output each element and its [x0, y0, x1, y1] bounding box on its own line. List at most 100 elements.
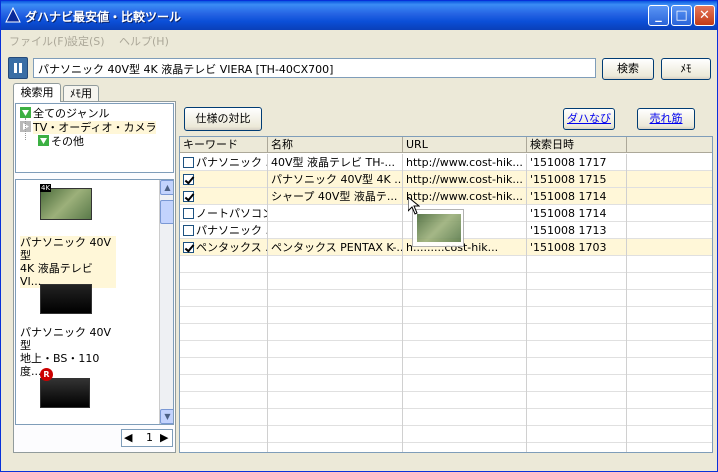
empty-cell — [527, 256, 627, 273]
product-list-scrollbar[interactable]: ▲ ▼ — [159, 180, 173, 424]
name-cell: 40V型 液晶テレビ TH-... — [268, 154, 403, 171]
memo-button[interactable]: ﾒﾓ — [661, 58, 711, 80]
bestseller-link-button[interactable]: 売れ筋 — [637, 108, 695, 130]
next-page-icon[interactable]: ▶ — [160, 431, 168, 444]
time-cell: '151008 1713 — [527, 222, 627, 239]
name-cell: シャープ 40V型 液晶テ... — [268, 188, 403, 205]
grid-header: キーワード 名称 URL 検索日時 — [180, 137, 712, 153]
product-item[interactable]: 4K パナソニック 40V型 4K 液晶テレビ VI... — [16, 180, 159, 288]
empty-row — [180, 392, 712, 409]
column-name[interactable]: 名称 — [268, 137, 403, 153]
rakuten-badge-icon: R — [40, 368, 53, 381]
product-list: 4K パナソニック 40V型 4K 液晶テレビ VI... パナソニック 40V… — [15, 179, 174, 425]
product-item[interactable]: R — [16, 364, 159, 424]
empty-cell — [180, 290, 268, 307]
empty-cell — [403, 409, 527, 426]
tree-item-tv-audio-camera[interactable]: TV・オーディオ・カメラ — [20, 119, 157, 134]
empty-cell — [403, 375, 527, 392]
search-button[interactable]: 検索 — [602, 58, 654, 80]
empty-cell — [180, 307, 268, 324]
app-window: ダハナビ最安値・比較ツール _ □ ✕ ファイル(F) 設定(S) ヘルプ(H)… — [0, 0, 718, 472]
empty-cell — [180, 426, 268, 443]
filler-cell — [627, 154, 712, 171]
title-bar[interactable]: ダハナビ最安値・比較ツール _ □ ✕ — [1, 1, 717, 30]
row-checkbox[interactable] — [183, 191, 194, 202]
empty-cell — [403, 443, 527, 452]
tree-item-all[interactable]: 全てのジャンル — [20, 105, 109, 120]
empty-row — [180, 324, 712, 341]
time-cell: '151008 1715 — [527, 171, 627, 188]
table-row[interactable]: シャープ 40V型 液晶テ... http://www.cost-hik... '1… — [180, 188, 712, 205]
scroll-down-arrow-icon[interactable]: ▼ — [160, 409, 173, 424]
name-cell — [268, 205, 403, 222]
compare-specs-button[interactable]: 仕様の対比 — [184, 107, 262, 131]
empty-cell — [268, 273, 403, 290]
empty-cell — [527, 443, 627, 452]
tab-memo[interactable]: ﾒﾓ用 — [63, 85, 99, 102]
row-checkbox[interactable] — [183, 208, 194, 219]
empty-row — [180, 290, 712, 307]
page-number[interactable]: 1 — [146, 431, 153, 444]
empty-row — [180, 443, 712, 452]
scroll-thumb[interactable] — [160, 200, 173, 224]
menu-file[interactable]: ファイル(F) — [9, 33, 68, 49]
empty-cell — [627, 307, 712, 324]
empty-row — [180, 273, 712, 290]
row-checkbox[interactable] — [183, 174, 194, 185]
empty-cell — [527, 392, 627, 409]
product-item[interactable]: パナソニック 40V型 地上・BS・110度... — [16, 272, 159, 378]
scroll-up-arrow-icon[interactable]: ▲ — [160, 180, 173, 195]
pause-button[interactable] — [8, 57, 28, 79]
menu-bar: ファイル(F) 設定(S) ヘルプ(H) — [1, 30, 717, 50]
column-search-time[interactable]: 検索日時 — [527, 137, 627, 153]
maximize-button[interactable]: □ — [671, 5, 692, 26]
tab-search[interactable]: 検索用 — [13, 83, 61, 102]
empty-cell — [268, 324, 403, 341]
empty-cell — [627, 273, 712, 290]
row-checkbox[interactable] — [183, 157, 194, 168]
pause-icon — [14, 63, 22, 73]
empty-cell — [180, 324, 268, 341]
empty-cell — [403, 290, 527, 307]
keyword-cell — [180, 188, 268, 205]
tree-item-other[interactable]: その他 — [38, 133, 84, 148]
time-cell: '151008 1714 — [527, 205, 627, 222]
empty-cell — [268, 307, 403, 324]
empty-cell — [268, 443, 403, 452]
product-thumbnail — [40, 284, 92, 314]
empty-cell — [527, 358, 627, 375]
window-title: ダハナビ最安値・比較ツール — [25, 10, 182, 24]
empty-cell — [627, 443, 712, 452]
empty-row — [180, 426, 712, 443]
empty-cell — [180, 358, 268, 375]
table-row[interactable]: パナソニック ... 40V型 液晶テレビ TH-... http://www.co… — [180, 154, 712, 171]
close-button[interactable]: ✕ — [694, 5, 715, 26]
keyword-cell: ノートパソコン — [180, 205, 268, 222]
minimize-button[interactable]: _ — [648, 5, 669, 26]
empty-cell — [627, 426, 712, 443]
name-cell — [268, 222, 403, 239]
keyword-cell — [180, 171, 268, 188]
keyword-text: ペンタックス ... — [196, 241, 268, 254]
keyword-text: パナソニック ... — [196, 224, 268, 237]
row-checkbox[interactable] — [183, 242, 194, 253]
table-row[interactable]: パナソニック 40V型 4K ... http://www.cost-hik...… — [180, 171, 712, 188]
prev-page-icon[interactable]: ◀ — [124, 431, 132, 444]
dahanavi-link-button[interactable]: ダハなび — [563, 108, 615, 130]
empty-cell — [268, 256, 403, 273]
mouse-cursor-icon — [408, 197, 420, 215]
search-input[interactable]: パナソニック 40V型 4K 液晶テレビ VIERA [TH-40CX700] — [33, 58, 596, 78]
empty-row — [180, 358, 712, 375]
product-title-line: パナソニック 40V型 — [20, 236, 112, 262]
empty-cell — [180, 409, 268, 426]
empty-cell — [403, 358, 527, 375]
menu-help[interactable]: ヘルプ(H) — [119, 33, 169, 49]
menu-settings[interactable]: 設定(S) — [67, 33, 105, 49]
product-thumbnail — [40, 188, 92, 220]
filler-cell — [627, 205, 712, 222]
column-url[interactable]: URL — [403, 137, 527, 153]
column-keyword[interactable]: キーワード — [180, 137, 268, 153]
row-checkbox[interactable] — [183, 225, 194, 236]
empty-row — [180, 256, 712, 273]
empty-cell — [403, 273, 527, 290]
